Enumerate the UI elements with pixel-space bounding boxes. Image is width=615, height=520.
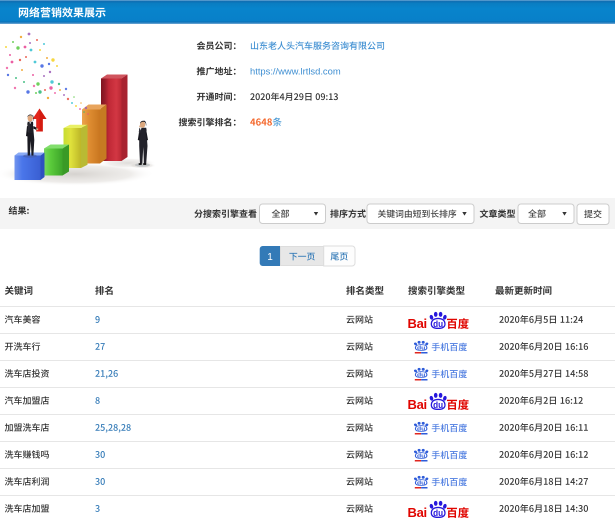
svg-text:du: du xyxy=(417,454,426,459)
svg-text:https://www.lrtlsd.com: https://www.lrtlsd.com xyxy=(250,66,341,77)
svg-text:du: du xyxy=(433,508,443,518)
svg-text:du: du xyxy=(417,427,426,432)
svg-text:Bai: Bai xyxy=(408,316,427,331)
svg-text:1: 1 xyxy=(267,252,273,263)
svg-text:du: du xyxy=(433,400,443,410)
svg-text:du: du xyxy=(417,346,426,351)
svg-text:du: du xyxy=(417,373,426,378)
svg-text:du: du xyxy=(433,319,443,329)
svg-text:du: du xyxy=(417,481,426,486)
svg-text:Bai: Bai xyxy=(408,505,427,520)
svg-text:Bai: Bai xyxy=(408,397,427,412)
